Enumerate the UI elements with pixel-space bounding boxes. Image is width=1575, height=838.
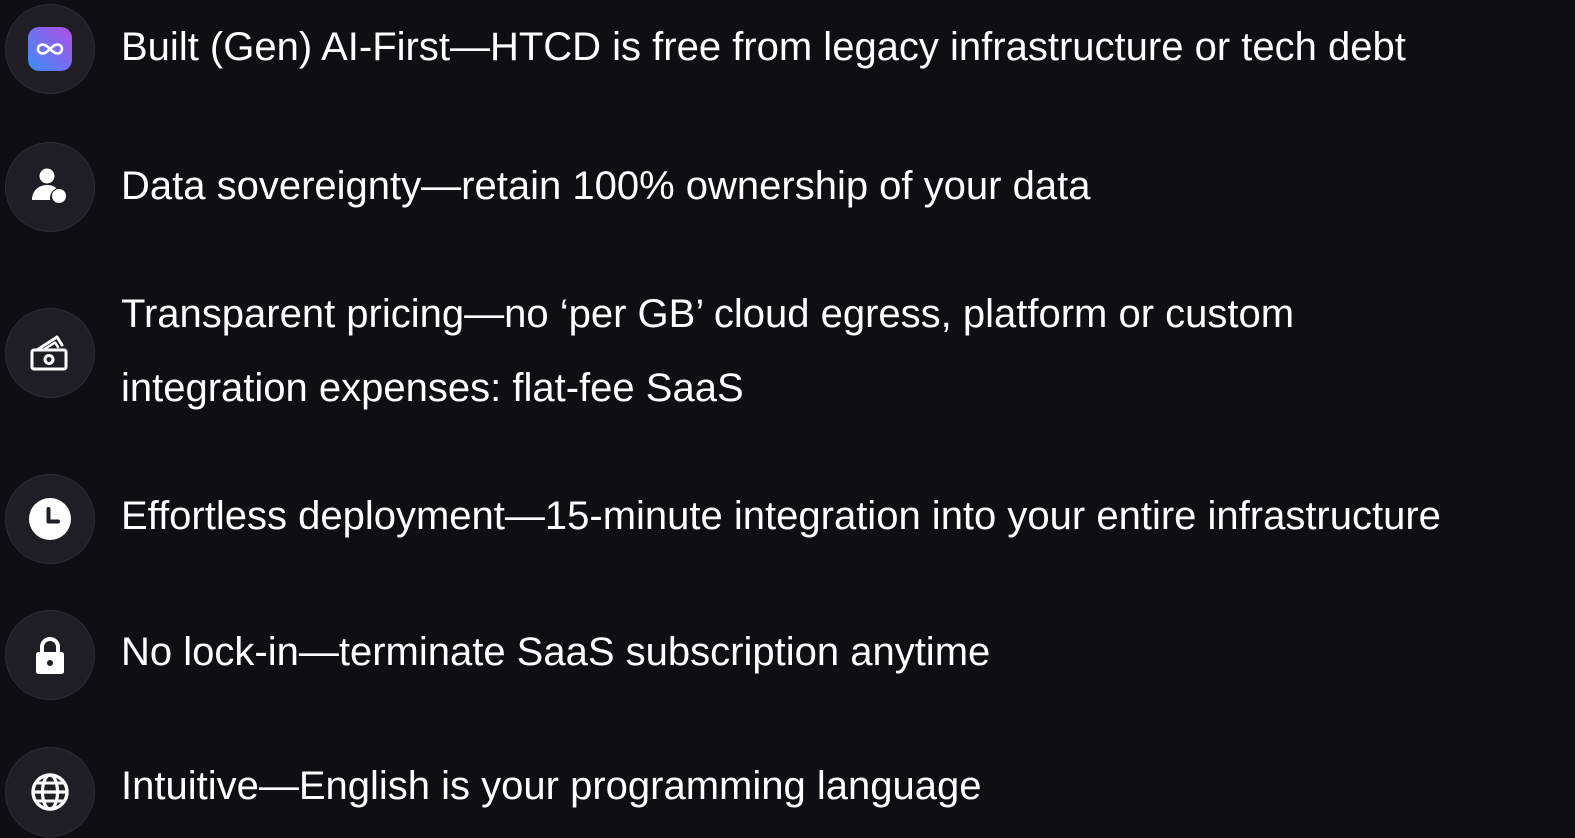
lock-icon	[5, 610, 95, 700]
feature-text-line-2: integration expenses: flat-fee SaaS	[121, 366, 744, 410]
globe-icon	[5, 747, 95, 837]
feature-text: No lock-in—terminate SaaS subscription a…	[121, 630, 991, 674]
feature-text: Data sovereignty—retain 100% ownership o…	[121, 164, 1091, 208]
feature-text-line-1: Transparent pricing—no ‘per GB’ cloud eg…	[121, 292, 1295, 336]
feature-text: Effortless deployment—15-minute integrat…	[121, 494, 1441, 538]
infinity-loop-app-icon	[5, 4, 95, 94]
user-data-icon	[5, 142, 95, 232]
money-wallet-icon	[5, 308, 95, 398]
clock-icon	[5, 474, 95, 564]
feature-text: Intuitive—English is your programming la…	[121, 764, 982, 808]
feature-text: Built (Gen) AI-First—HTCD is free from l…	[121, 25, 1406, 69]
